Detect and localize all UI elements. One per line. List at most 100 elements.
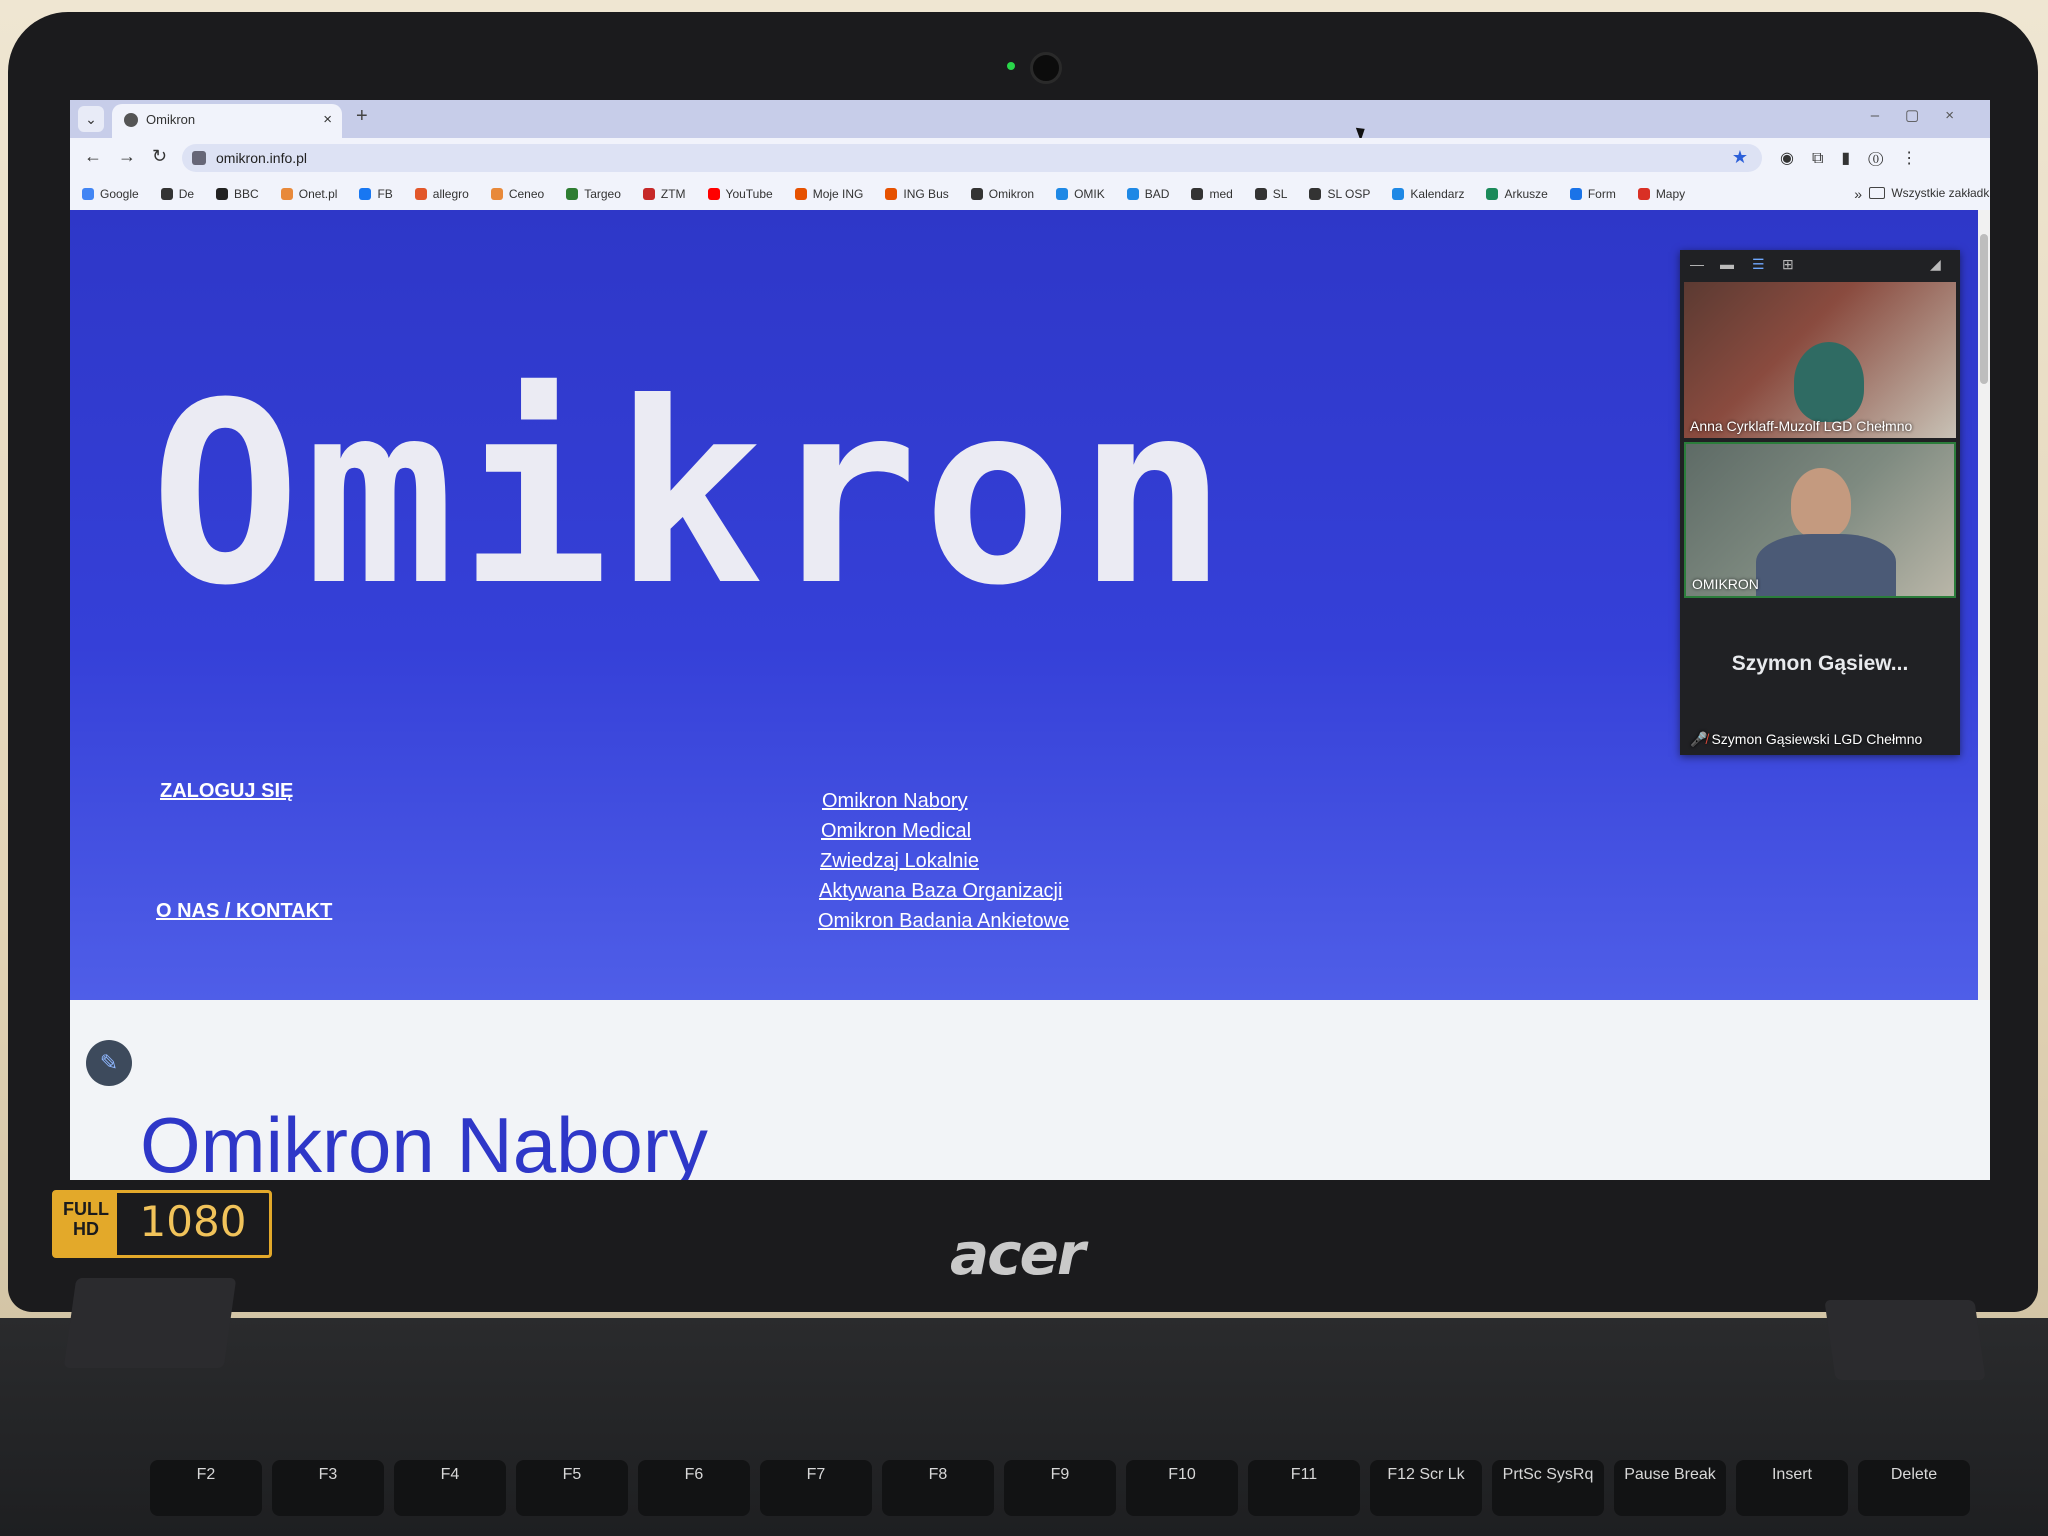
back-icon[interactable]: ← xyxy=(84,146,102,167)
bookmark-item[interactable]: SL OSP xyxy=(1309,187,1370,201)
bookmark-item[interactable]: De xyxy=(160,187,195,201)
tab-search-button[interactable]: ⌄ xyxy=(78,106,104,132)
bookmark-item[interactable]: BBC xyxy=(216,187,259,201)
page-scrollbar[interactable] xyxy=(1978,210,1990,1000)
layout-grid-icon[interactable]: ⊞ xyxy=(1782,256,1794,273)
function-key-row: F2 F3 F4 F5 F6 F7 F8 F9 F10 F11 F12 Scr Lk PrtSc Sy… xyxy=(0,1440,2048,1536)
reload-icon[interactable]: ↻ xyxy=(152,146,167,167)
bookmark-favicon-icon xyxy=(794,188,807,200)
bookmark-favicon-icon xyxy=(490,188,503,200)
bookmark-item[interactable]: Kalendarz xyxy=(1392,187,1464,201)
url-text: omikron.info.pl xyxy=(216,150,308,166)
bookmark-favicon-icon xyxy=(566,188,579,200)
bookmark-item[interactable]: allegro xyxy=(414,187,469,201)
minimize-icon[interactable]: — xyxy=(1690,256,1704,272)
bookmark-label: ZTM xyxy=(660,187,686,201)
acer-logo: acer xyxy=(950,1220,1085,1288)
bookmark-item[interactable]: Arkusze xyxy=(1486,187,1548,201)
bookmark-item[interactable]: ZTM xyxy=(642,187,686,201)
bookmark-favicon-icon xyxy=(1637,188,1650,200)
layout-small-icon[interactable]: ▬ xyxy=(1720,256,1734,272)
bookmarks-bar: Google De BBC Onet.pl FB allegro Ceneo Targeo ZT… xyxy=(70,178,1990,211)
about-contact-link[interactable]: O NAS / KONTAKT xyxy=(156,900,332,923)
keyboard-key: F5 xyxy=(516,1460,628,1516)
keyboard-key: Insert xyxy=(1736,1460,1848,1516)
keyboard-key: F10 xyxy=(1126,1460,1238,1516)
bookmark-item[interactable]: Omikron xyxy=(970,187,1034,201)
full-hd-badge: FULL HD 1080 xyxy=(52,1190,272,1258)
bookmark-item[interactable]: SL xyxy=(1254,187,1287,201)
bookmark-item[interactable]: Targeo xyxy=(566,187,621,201)
bookmark-label: SL OSP xyxy=(1327,187,1371,201)
bookmark-label: YouTube xyxy=(725,187,773,201)
bookmark-favicon-icon xyxy=(1254,188,1267,200)
bookmark-label: FB xyxy=(377,187,393,201)
site-info-icon[interactable] xyxy=(192,151,206,165)
window-controls[interactable]: –▢× xyxy=(1871,106,1980,124)
bookmark-favicon-icon xyxy=(707,188,720,200)
keyboard-key: F7 xyxy=(760,1460,872,1516)
bookmark-favicon-icon xyxy=(1126,188,1139,200)
bookmark-favicon-icon xyxy=(82,188,94,200)
extensions-icons[interactable]: ◉⧉▮⓪⋮ xyxy=(1780,148,1935,168)
bookmark-favicon-icon xyxy=(970,188,983,200)
bookmarks-overflow-button[interactable]: » xyxy=(1854,186,1862,202)
bookmark-label: BAD xyxy=(1144,187,1170,201)
hinge-right xyxy=(1824,1300,1986,1380)
bookmark-item[interactable]: Ceneo xyxy=(490,187,544,201)
participant-display-name: Szymon Gąsiew... xyxy=(1731,652,1909,675)
login-link[interactable]: ZALOGUJ SIĘ xyxy=(160,780,293,803)
bookmark-item[interactable]: Mapy xyxy=(1637,187,1685,201)
participant-tile[interactable]: Szymon Gąsiew... 🎤̸ Szymon Gąsiewski LGD … xyxy=(1684,602,1956,752)
folder-icon xyxy=(1869,187,1886,199)
bookmark-item[interactable]: Form xyxy=(1569,187,1616,201)
bookmark-item[interactable]: ING Bus xyxy=(885,187,949,201)
participant-tile[interactable]: Anna Cyrklaff-Muzolf LGD Chełmno xyxy=(1684,282,1956,438)
keyboard-key: F11 xyxy=(1248,1460,1360,1516)
edit-pencil-button[interactable]: ✎ xyxy=(86,1040,132,1086)
bookmark-label: BBC xyxy=(234,187,259,201)
hinge-left xyxy=(63,1278,237,1368)
layout-list-icon[interactable]: ☰ xyxy=(1752,256,1765,273)
bookmark-item[interactable]: YouTube xyxy=(707,187,773,201)
link-omikron-nabory[interactable]: Omikron Nabory xyxy=(822,790,968,813)
new-tab-button[interactable]: + xyxy=(356,105,368,128)
tab-close-icon[interactable]: × xyxy=(323,111,332,128)
keyboard-key: Pause Break xyxy=(1614,1460,1726,1516)
globe-icon xyxy=(124,113,138,127)
participant-tile[interactable]: OMIKRON xyxy=(1684,442,1956,598)
bookmark-item[interactable]: med xyxy=(1191,187,1233,201)
forward-icon[interactable]: → xyxy=(118,146,136,167)
bookmark-favicon-icon xyxy=(280,188,293,200)
bookmark-favicon-icon xyxy=(414,188,427,200)
bookmark-item[interactable]: BAD xyxy=(1126,187,1170,201)
bookmark-label: Moje ING xyxy=(812,187,864,201)
tab-omikron[interactable]: Omikron × xyxy=(112,104,342,138)
participant-name-row: 🎤̸ Szymon Gąsiewski LGD Chełmno xyxy=(1690,731,1922,748)
bookmark-star-icon[interactable]: ★ xyxy=(1732,147,1748,168)
bookmark-label: De xyxy=(178,187,195,201)
bookmark-favicon-icon xyxy=(160,188,173,200)
link-omikron-medical[interactable]: Omikron Medical xyxy=(821,820,971,843)
bookmark-item[interactable]: FB xyxy=(359,187,393,201)
bookmark-favicon-icon xyxy=(885,188,898,200)
bookmark-item[interactable]: Onet.pl xyxy=(280,187,337,201)
browser-toolbar: ← → ↻ omikron.info.pl ★ ◉⧉▮⓪⋮ xyxy=(70,138,1990,178)
all-bookmarks-button[interactable]: Wszystkie zakładki xyxy=(1869,186,1990,200)
bookmark-item[interactable]: Google xyxy=(82,187,139,201)
link-badania-ankietowe[interactable]: Omikron Badania Ankietowe xyxy=(818,910,1069,933)
bookmark-label: allegro xyxy=(432,187,469,201)
participant-video xyxy=(1794,342,1864,422)
expand-icon[interactable]: ◢ xyxy=(1930,256,1941,273)
keyboard-key: F9 xyxy=(1004,1460,1116,1516)
omikron-logo: Omikron xyxy=(150,349,1232,640)
camera-led xyxy=(1007,62,1015,70)
link-aktywana-baza[interactable]: Aktywana Baza Organizacji xyxy=(819,880,1062,903)
bookmark-item[interactable]: OMIK xyxy=(1056,187,1105,201)
address-bar[interactable]: omikron.info.pl ★ xyxy=(182,144,1762,172)
badge-left: FULL HD xyxy=(55,1193,117,1255)
scroll-thumb[interactable] xyxy=(1980,234,1988,384)
link-zwiedzaj-lokalnie[interactable]: Zwiedzaj Lokalnie xyxy=(820,850,979,873)
bookmark-item[interactable]: Moje ING xyxy=(794,187,864,201)
bookmark-label: ING Bus xyxy=(903,187,949,201)
